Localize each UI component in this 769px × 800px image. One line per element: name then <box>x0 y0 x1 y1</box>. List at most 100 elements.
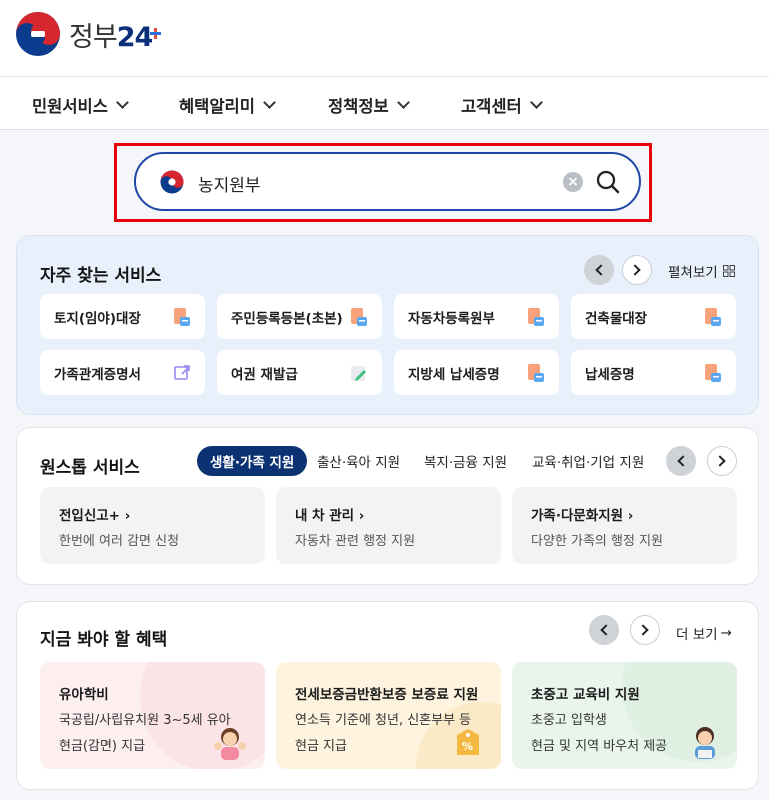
service-land-register[interactable]: 토지(임야)대장 <box>40 294 205 339</box>
service-car-registration[interactable]: 자동차등록원부 <box>394 294 559 339</box>
service-label: 여권 재발급 <box>231 367 298 383</box>
taegeuk-emblem-icon <box>16 12 60 56</box>
document-icon <box>351 308 367 326</box>
tab-education-employment[interactable]: 교육·취업·기업 지원 <box>532 446 644 476</box>
nav-item-policy[interactable]: 정책정보 <box>328 93 410 117</box>
next-button[interactable] <box>707 446 737 476</box>
chevron-down-icon <box>396 95 410 109</box>
nav-item-label: 민원서비스 <box>32 97 108 116</box>
chevron-left-icon <box>677 455 689 467</box>
search-icon[interactable] <box>595 169 621 195</box>
chevron-down-icon <box>116 95 129 109</box>
main-nav: 민원서비스 혜택알리미 정책정보 고객센터 <box>0 77 769 130</box>
service-tax-certificate[interactable]: 납세증명 <box>571 350 736 395</box>
nav-item-benefits[interactable]: 혜택알리미 <box>179 93 276 117</box>
service-passport-reissue[interactable]: 여권 재발급 <box>217 350 382 395</box>
onestop-item-title-text: 내 차 관리 <box>295 508 355 524</box>
tab-life-family[interactable]: 생활·가족 지원 <box>197 446 308 476</box>
benefit-card-deposit-guarantee[interactable]: 전세보증금반환보증 보증료 지원 연소득 기준에 청년, 신혼부부 등 현금 지… <box>276 662 501 769</box>
chevron-right-icon <box>629 264 641 276</box>
onestop-item-title-text: 전입신고+ <box>59 508 120 524</box>
prev-button[interactable] <box>666 446 696 476</box>
document-icon <box>705 364 721 382</box>
benefit-support: 현금(감면) 지급 <box>59 739 146 754</box>
student-character-icon <box>695 727 715 759</box>
nav-item-customer-center[interactable]: 고객센터 <box>461 93 543 117</box>
service-label: 자동차등록원부 <box>408 311 495 327</box>
chevron-left-icon <box>600 624 612 636</box>
onestop-item-title: 가족·다문화지원 › <box>531 508 634 524</box>
onestop-item-desc: 자동차 관련 행정 지원 <box>295 534 416 549</box>
search-input[interactable]: 농지원부 × <box>134 152 641 211</box>
search-query[interactable]: 농지원부 <box>198 171 261 196</box>
benefit-card-kindergarten[interactable]: 유아학비 국공립/사립유치원 3~5세 유아 현금(감면) 지급 <box>40 662 265 769</box>
logo-text-main: 정부 <box>69 21 118 53</box>
tab-label: 생활·가족 지원 <box>210 455 295 471</box>
tab-birth-childcare[interactable]: 출산·육아 지원 <box>317 446 400 476</box>
tab-welfare-finance[interactable]: 복지·금융 지원 <box>424 446 507 476</box>
onestop-item-move-in[interactable]: 전입신고+ › 한번에 여러 감면 신청 <box>40 487 265 564</box>
benefit-support: 현금 지급 <box>295 739 347 754</box>
document-icon <box>528 364 544 382</box>
tab-label: 교육·취업·기업 지원 <box>532 455 645 471</box>
logo-text-num2: 2 <box>116 21 136 53</box>
arrow-right-icon: → <box>720 625 732 641</box>
chevron-right-icon <box>637 624 649 636</box>
onestop-item-family[interactable]: 가족·다문화지원 › 다양한 가족의 행정 지원 <box>512 487 737 564</box>
service-label: 주민등록등본(초본) <box>231 311 343 327</box>
logo-text-num4: 4 <box>134 22 162 53</box>
chevron-down-icon <box>263 95 276 109</box>
service-label: 지방세 납세증명 <box>408 367 500 383</box>
service-resident-registration[interactable]: 주민등록등본(초본) <box>217 294 382 339</box>
document-icon <box>174 308 190 326</box>
header: 정부 2 4 <box>0 0 769 77</box>
onestop-item-title-text: 가족·다문화지원 <box>531 508 624 524</box>
plus-icon <box>150 27 162 39</box>
nav-item-label: 고객센터 <box>461 97 522 116</box>
benefit-title: 유아학비 <box>59 687 109 703</box>
more-button[interactable]: 더 보기 → <box>676 623 732 643</box>
clear-search-button[interactable]: × <box>563 172 583 192</box>
onestop-item-my-car[interactable]: 내 차 관리 › 자동차 관련 행정 지원 <box>276 487 501 564</box>
taegeuk-emblem-icon <box>160 170 184 194</box>
benefit-desc: 연소득 기준에 청년, 신혼부부 등 <box>295 713 472 728</box>
next-button[interactable] <box>622 255 652 285</box>
benefit-desc: 국공립/사립유치원 3~5세 유아 <box>59 713 231 728</box>
service-label: 가족관계증명서 <box>54 367 141 383</box>
chevron-left-icon <box>595 264 607 276</box>
benefit-card-school-expenses[interactable]: 초중고 교육비 지원 초중고 입학생 현금 및 지역 바우처 제공 <box>512 662 737 769</box>
logo-text: 정부 2 4 <box>69 15 162 54</box>
onestop-item-title: 내 차 관리 › <box>295 508 365 524</box>
prev-button[interactable] <box>589 615 619 645</box>
benefit-title: 전세보증금반환보증 보증료 지원 <box>295 687 479 703</box>
benefit-desc: 초중고 입학생 <box>531 713 607 728</box>
next-button[interactable] <box>630 615 660 645</box>
service-label: 건축물대장 <box>585 311 648 327</box>
prev-button[interactable] <box>584 255 614 285</box>
gov24-logo[interactable]: 정부 2 4 <box>15 11 162 57</box>
service-building-register[interactable]: 건축물대장 <box>571 294 736 339</box>
service-local-tax-certificate[interactable]: 지방세 납세증명 <box>394 350 559 395</box>
chevron-down-icon <box>529 95 543 109</box>
service-family-certificate[interactable]: 가족관계증명서 <box>40 350 205 395</box>
tab-label: 출산·육아 지원 <box>317 455 401 471</box>
benefit-support: 현금 및 지역 바우처 제공 <box>531 739 668 754</box>
document-icon <box>705 308 721 326</box>
svg-text:%: % <box>462 740 473 753</box>
service-label: 납세증명 <box>585 367 635 383</box>
benefit-title: 초중고 교육비 지원 <box>531 687 640 703</box>
nav-item-label: 정책정보 <box>328 97 389 116</box>
onestop-item-title: 전입신고+ › <box>59 508 131 524</box>
close-icon: × <box>567 174 579 190</box>
pencil-icon <box>351 366 366 381</box>
more-label: 더 보기 <box>676 627 718 643</box>
chevron-right-icon <box>714 455 726 467</box>
external-link-icon <box>174 365 190 380</box>
child-character-icon <box>214 728 246 760</box>
document-icon <box>528 308 544 326</box>
onestop-item-desc: 다양한 가족의 행정 지원 <box>531 534 663 549</box>
view-all-label: 펼쳐보기 <box>668 265 718 281</box>
view-all-button[interactable]: 펼쳐보기 <box>668 261 735 281</box>
discount-tag-icon: % <box>457 729 479 755</box>
nav-item-civil-service[interactable]: 민원서비스 <box>32 93 129 117</box>
